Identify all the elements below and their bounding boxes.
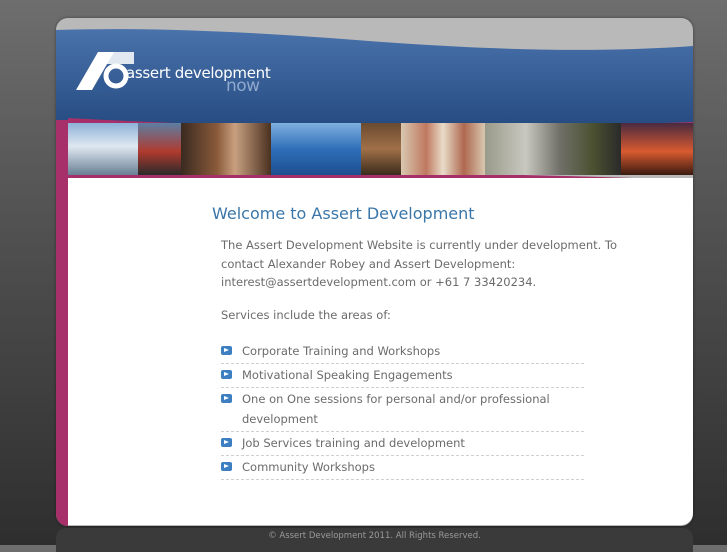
intro-text: The Assert Development Website is curren… bbox=[221, 238, 618, 289]
services-list: Corporate Training and Workshops Motivat… bbox=[221, 340, 584, 480]
list-item: Motivational Speaking Engagements bbox=[221, 364, 584, 388]
list-item-label: Community Workshops bbox=[242, 460, 375, 474]
list-item: Job Services training and development bbox=[221, 432, 584, 456]
list-item-label: One on One sessions for personal and/or … bbox=[242, 392, 550, 426]
photo-car-people bbox=[485, 123, 621, 175]
photo-mountains bbox=[68, 123, 138, 175]
left-accent-band bbox=[56, 118, 68, 526]
arrow-bullet-icon bbox=[221, 370, 232, 379]
photo-children bbox=[181, 123, 271, 175]
arrow-bullet-icon bbox=[221, 462, 232, 471]
photo-man-seated bbox=[361, 123, 401, 175]
page-frame: assert development now Welcome to Assert… bbox=[56, 18, 693, 526]
list-item-label: Job Services training and development bbox=[242, 436, 465, 450]
arrow-bullet-icon bbox=[221, 394, 232, 403]
footer-copyright: © Assert Development 2011. All Rights Re… bbox=[268, 531, 481, 541]
photo-strip bbox=[68, 123, 693, 175]
arrow-bullet-icon bbox=[221, 346, 232, 355]
footer: © Assert Development 2011. All Rights Re… bbox=[56, 528, 693, 552]
logo-tagline: now bbox=[226, 76, 260, 96]
list-item: One on One sessions for personal and/or … bbox=[221, 388, 584, 432]
photo-sunset bbox=[621, 123, 693, 175]
photo-sailing bbox=[271, 123, 361, 175]
list-item: Corporate Training and Workshops bbox=[221, 340, 584, 364]
list-item-label: Motivational Speaking Engagements bbox=[242, 368, 453, 382]
photo-windows bbox=[401, 123, 485, 175]
main-content: Welcome to Assert Development The Assert… bbox=[68, 178, 693, 525]
page-title: Welcome to Assert Development bbox=[212, 204, 475, 223]
photo-person-red bbox=[138, 123, 181, 175]
arrow-bullet-icon bbox=[221, 438, 232, 447]
site-header: assert development now bbox=[56, 18, 693, 178]
services-label: Services include the areas of: bbox=[221, 308, 391, 322]
list-item: Community Workshops bbox=[221, 456, 584, 480]
site-logo[interactable]: assert development now bbox=[76, 52, 276, 112]
list-item-label: Corporate Training and Workshops bbox=[242, 344, 441, 358]
